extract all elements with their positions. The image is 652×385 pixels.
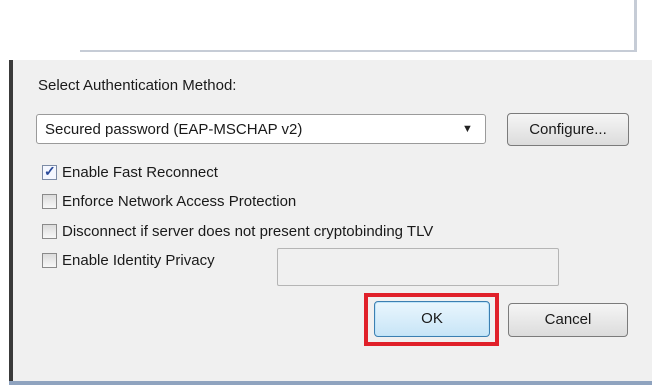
option-label: Disconnect if server does not present cr… [62,223,434,240]
option-label: Enforce Network Access Protection [62,193,297,210]
selected-method: Secured password (EAP-MSCHAP v2) [45,121,303,138]
checkbox[interactable] [42,224,57,239]
authentication-method-select[interactable]: Secured password (EAP-MSCHAP v2) ▼ [36,114,486,144]
background-frame-edge [634,0,637,52]
dialog-border [9,60,13,385]
ok-button[interactable]: OK [374,301,490,337]
dialog-border [9,381,652,385]
cancel-button[interactable]: Cancel [508,303,628,337]
background-frame-edge [80,50,636,52]
option-label: Enable Identity Privacy [62,252,215,269]
dropdown-arrow-icon[interactable]: ▼ [462,123,473,135]
authentication-method-label: Select Authentication Method: [38,77,237,94]
checkbox[interactable] [42,253,57,268]
checkmark-icon: ✓ [44,163,56,179]
option-label: Enable Fast Reconnect [62,164,218,181]
checkbox[interactable] [42,194,57,209]
checkbox[interactable]: ✓ [42,163,57,180]
configure-button[interactable]: Configure... [507,113,629,146]
identity-privacy-input[interactable] [277,248,559,286]
